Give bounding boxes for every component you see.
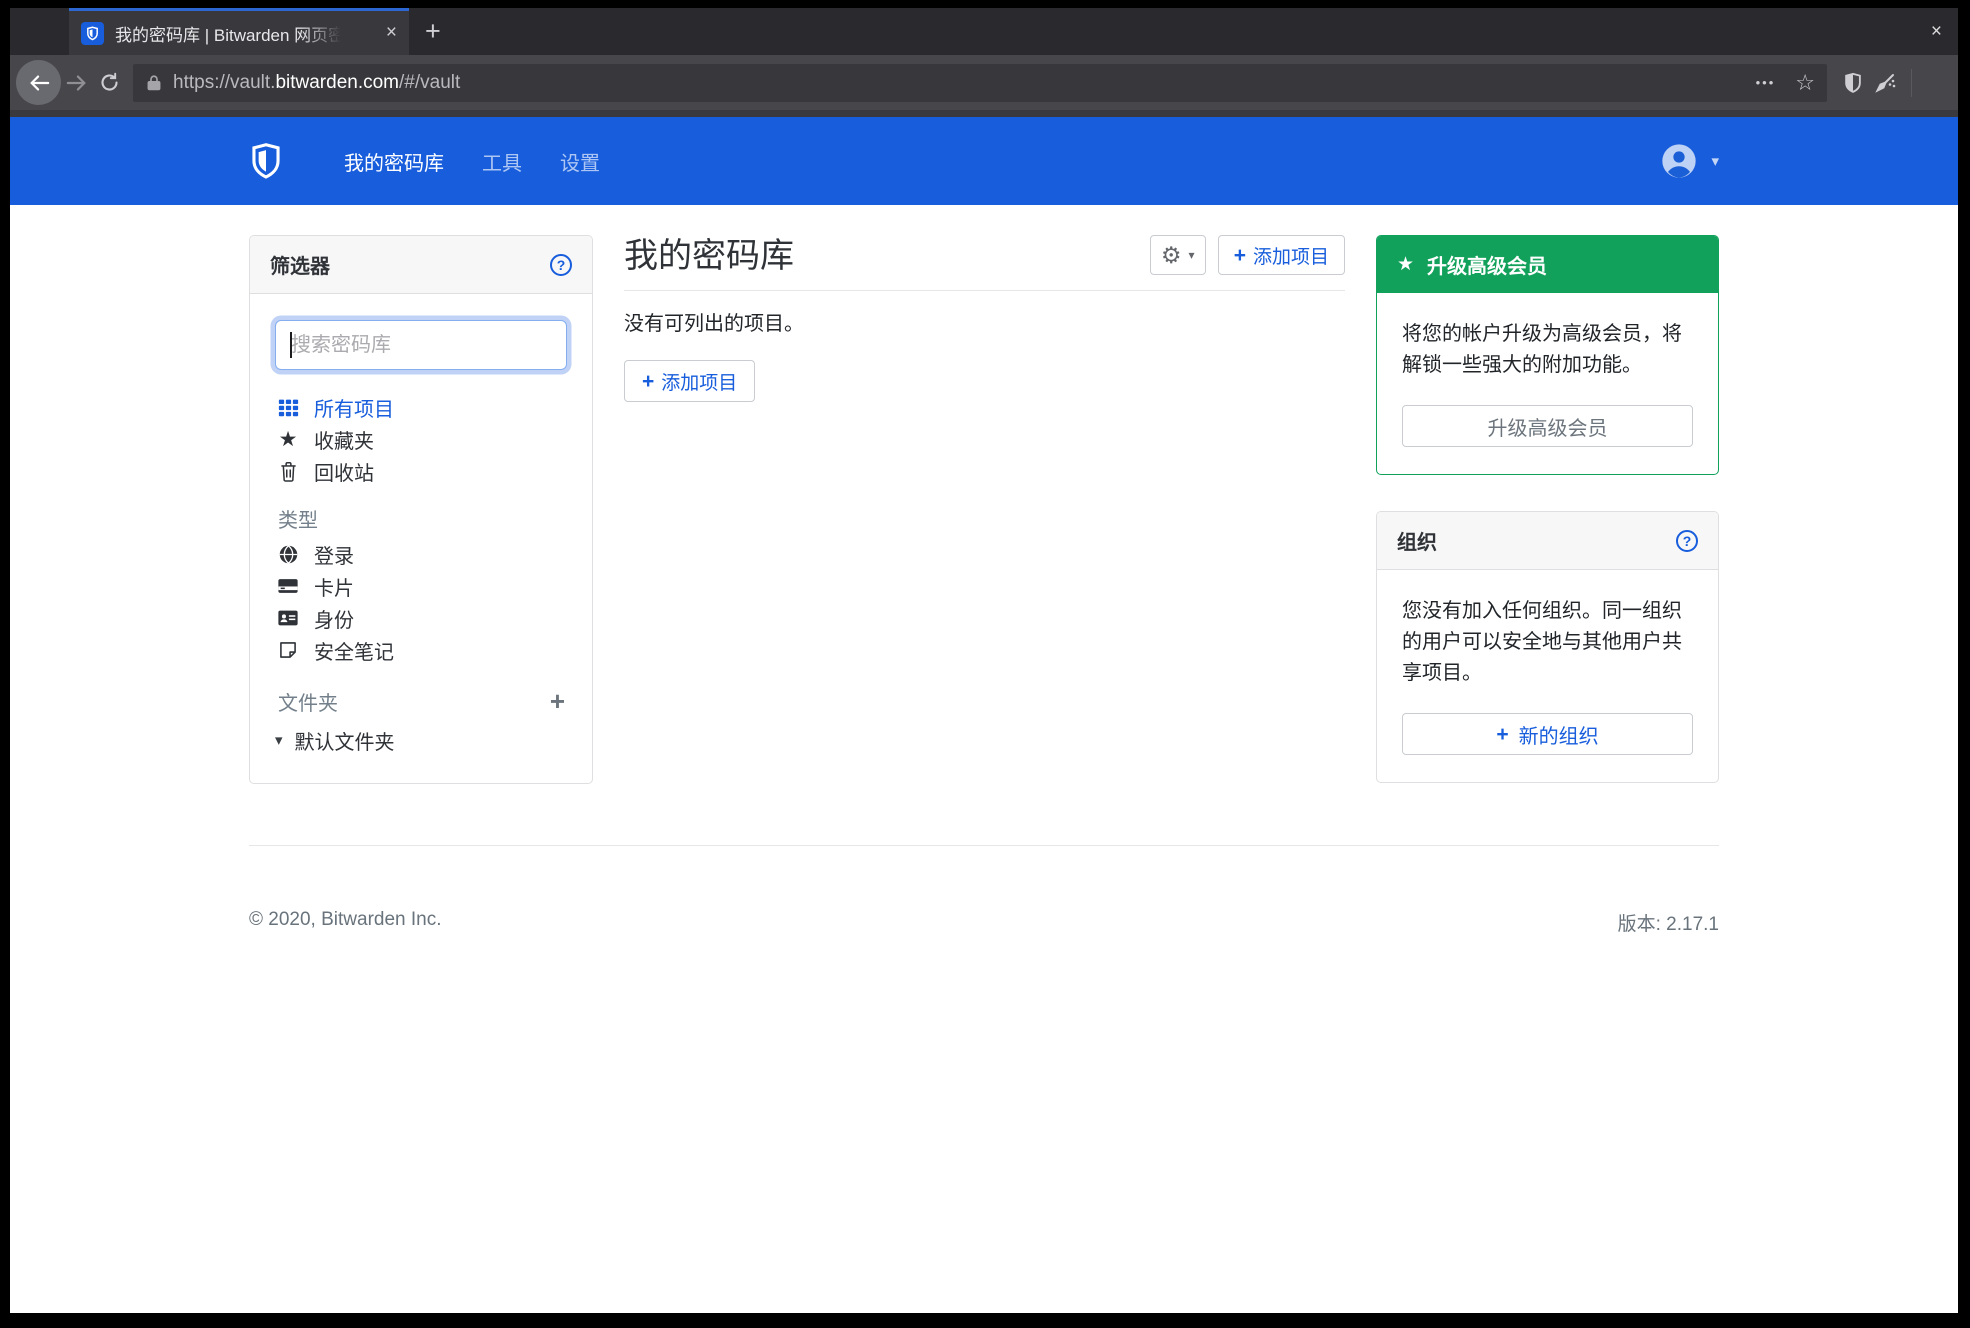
folder-section-heading: 文件夹 [278,692,338,715]
plus-icon: + [1496,722,1509,746]
filters-card: 筛选器 ? 搜索密码库 所有项目 ★ 收藏夹 回收站 类型 登录 卡片 身份 安… [249,235,593,784]
tab-bar: 我的密码库 | Bitwarden 网页密 × + × [10,8,1958,55]
copyright-text: © 2020, Bitwarden Inc. [249,909,442,930]
premium-description: 将您的帐户升级为高级会员，将解锁一些强大的附加功能。 [1402,323,1682,376]
text-cursor [290,332,292,358]
go-premium-button[interactable]: 升级高级会员 [1402,405,1693,447]
toolbar-edge [10,110,1958,117]
lock-icon[interactable] [145,74,163,92]
tracking-protection-shield-icon[interactable] [1837,67,1869,99]
bookmark-star-icon[interactable]: ☆ [1795,70,1815,96]
back-button[interactable] [16,60,61,105]
url-text: https://vault.bitwarden.com/#/vault [173,72,460,94]
bitwarden-favicon-icon [81,21,104,45]
plus-icon: + [1233,243,1246,267]
url-prefix: https://vault. [173,71,276,93]
bitwarden-logo-icon[interactable] [249,142,283,180]
url-domain: bitwarden.com [275,71,400,93]
sidebar-item-secure-note[interactable]: 安全笔记 [275,634,567,666]
account-caret-icon: ▾ [1711,153,1719,170]
globe-icon [275,544,301,565]
id-card-icon [275,607,301,629]
nav-link-vault[interactable]: 我的密码库 [344,147,444,176]
new-tab-icon[interactable]: + [425,18,441,45]
gear-icon: ⚙ [1160,241,1182,268]
sidebar-item-label: 回收站 [314,462,374,485]
reload-button[interactable] [93,67,125,99]
browser-toolbar: https://vault.bitwarden.com/#/vault ••• … [10,55,1958,110]
tab-close-icon[interactable]: × [386,22,397,44]
organizations-card: 组织 ? 您没有加入任何组织。同一组织的用户可以安全地与其他用户共享项目。 + … [1376,511,1719,783]
sidebar-item-label: 默认文件夹 [294,731,395,754]
menu-hamburger-icon[interactable] [1922,67,1946,99]
grid-icon [275,397,301,418]
sidebar-item-label: 身份 [314,609,354,632]
forward-button[interactable] [61,67,93,99]
new-organization-button[interactable]: + 新的组织 [1402,713,1693,755]
add-folder-icon[interactable]: + [550,688,565,714]
bitwarden-page: 我的密码库 工具 设置 ▾ 筛选器 ? 搜索密码库 所有项目 ★ 收藏夹 回收站… [10,117,1958,1313]
sidebar-item-label: 卡片 [314,577,354,600]
browser-window: 我的密码库 | Bitwarden 网页密 × + × https://vaul… [10,8,1958,1313]
add-item-button[interactable]: + 添加项目 [1217,235,1345,275]
nav-link-tools[interactable]: 工具 [482,147,522,176]
organizations-description: 您没有加入任何组织。同一组织的用户可以安全地与其他用户共享项目。 [1402,600,1682,684]
sidebar-item-default-folder[interactable]: ▾ 默认文件夹 [275,724,567,756]
sidebar-item-all-items[interactable]: 所有项目 [275,391,567,423]
folder-caret-icon[interactable]: ▾ [275,731,283,749]
sidebar-item-favorites[interactable]: ★ 收藏夹 [275,423,567,455]
user-circle-icon [1662,144,1697,178]
note-icon [275,640,301,660]
title-divider [624,290,1345,291]
cleaner-extension-icon[interactable] [1869,67,1901,99]
url-bar[interactable]: https://vault.bitwarden.com/#/vault ••• … [133,63,1827,102]
sidebar-item-label: 安全笔记 [314,641,394,664]
sidebar-item-login[interactable]: 登录 [275,538,567,570]
vault-content: 筛选器 ? 搜索密码库 所有项目 ★ 收藏夹 回收站 类型 登录 卡片 身份 安… [249,235,1719,784]
sidebar-item-label: 登录 [314,545,354,568]
page-title: 我的密码库 [624,237,794,275]
sidebar-item-label: 收藏夹 [314,430,374,453]
add-item-button-body[interactable]: + 添加项目 [624,360,756,402]
account-menu[interactable]: ▾ [1659,141,1719,181]
sidebar-item-label: 所有项目 [314,398,394,421]
browser-tab[interactable]: 我的密码库 | Bitwarden 网页密 × [69,8,409,55]
organizations-help-icon[interactable]: ? [1676,529,1698,552]
page-footer: © 2020, Bitwarden Inc. 版本: 2.17.1 [249,909,1719,936]
chevron-down-icon: ▾ [1188,248,1195,262]
premium-card: ★ 升级高级会员 将您的帐户升级为高级会员，将解锁一些强大的附加功能。 升级高级… [1376,235,1719,475]
bitwarden-navbar: 我的密码库 工具 设置 ▾ [10,117,1958,205]
sidebar-item-card[interactable]: 卡片 [275,570,567,602]
vault-options-button[interactable]: ⚙ ▾ [1149,235,1206,275]
nav-link-settings[interactable]: 设置 [560,147,600,176]
star-icon: ★ [278,427,298,451]
vault-main: 我的密码库 ⚙ ▾ + 添加项目 没有可列出的项目。 + 添加项目 [624,235,1345,402]
plus-icon: + [642,369,655,393]
trash-icon [275,461,301,482]
toolbar-separator [1911,68,1912,97]
filters-title: 筛选器 [270,256,330,278]
page-actions-icon[interactable]: ••• [1756,75,1776,90]
url-path: /#/vault [399,71,461,93]
type-section-heading: 类型 [278,509,318,532]
tab-title: 我的密码库 | Bitwarden 网页密 [115,25,341,45]
version-text: 版本: 2.17.1 [1617,914,1719,935]
premium-star-icon: ★ [1397,254,1415,275]
search-input[interactable] [275,320,567,370]
filters-help-icon[interactable]: ? [550,253,572,276]
premium-title: 升级高级会员 [1427,256,1548,278]
footer-divider [249,845,1719,846]
window-close-icon[interactable]: × [1931,21,1942,43]
sidebar-item-identity[interactable]: 身份 [275,602,567,634]
empty-vault-message: 没有可列出的项目。 [624,313,804,335]
credit-card-icon [275,575,301,597]
organizations-title: 组织 [1397,532,1437,554]
sidebar-item-trash[interactable]: 回收站 [275,455,567,487]
